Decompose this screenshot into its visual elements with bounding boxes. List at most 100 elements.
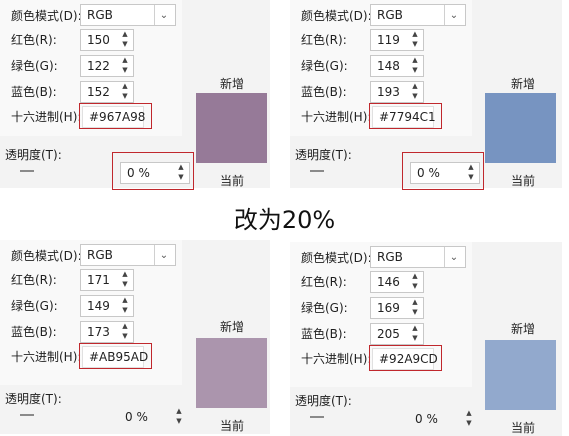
color-model-label: 颜色模式(D): — [301, 9, 372, 23]
chevron-down-icon[interactable]: ⌄ — [444, 5, 463, 25]
arrow-up-icon[interactable]: ▲ — [117, 82, 133, 92]
green-label: 绿色(G): — [11, 299, 58, 313]
arrow-up-icon[interactable]: ▲ — [171, 407, 187, 417]
transparency-slider[interactable] — [20, 170, 34, 172]
arrow-down-icon[interactable]: ▼ — [407, 92, 423, 102]
color-model-label: 颜色模式(D): — [11, 9, 82, 23]
hex-label: 十六进制(H): — [301, 110, 372, 124]
arrow-up-icon[interactable]: ▲ — [407, 56, 423, 66]
transparency-stepper[interactable]: ▲ ▼ — [171, 407, 187, 427]
color-model-value: RGB — [377, 8, 403, 22]
arrow-down-icon[interactable]: ▼ — [407, 282, 423, 292]
red-input[interactable]: 146 ▲ ▼ — [370, 271, 424, 293]
green-stepper[interactable]: ▲ ▼ — [117, 56, 133, 76]
current-label: 当前 — [511, 421, 536, 435]
transparency-label: 透明度(T): — [295, 148, 352, 162]
blue-stepper[interactable]: ▲ ▼ — [407, 82, 423, 102]
color-dialog-panel-3: 颜色模式(D): RGB ⌄ 红色(R): 171 ▲ ▼ 绿色(G): 149 … — [0, 240, 270, 434]
transparency-slider[interactable] — [310, 416, 324, 418]
arrow-up-icon[interactable]: ▲ — [117, 30, 133, 40]
transparency-input[interactable]: 0 % ▲ ▼ — [408, 408, 478, 430]
transparency-input[interactable]: 0 % ▲ ▼ — [118, 406, 188, 428]
transparency-value: 0 % — [125, 410, 148, 424]
arrow-down-icon[interactable]: ▼ — [407, 308, 423, 318]
green-input[interactable]: 149 ▲ ▼ — [80, 295, 134, 317]
blue-value: 193 — [377, 85, 400, 99]
red-stepper[interactable]: ▲ ▼ — [407, 272, 423, 292]
color-model-select[interactable]: RGB ⌄ — [370, 4, 466, 26]
blue-input[interactable]: 193 ▲ ▼ — [370, 81, 424, 103]
transparency-slider[interactable] — [310, 170, 324, 172]
blue-input[interactable]: 152 ▲ ▼ — [80, 81, 134, 103]
green-label: 绿色(G): — [11, 59, 58, 73]
green-stepper[interactable]: ▲ ▼ — [407, 56, 423, 76]
red-label: 红色(R): — [301, 33, 347, 47]
blue-input[interactable]: 205 ▲ ▼ — [370, 323, 424, 345]
arrow-up-icon[interactable]: ▲ — [407, 324, 423, 334]
red-input[interactable]: 150 ▲ ▼ — [80, 29, 134, 51]
arrow-down-icon[interactable]: ▼ — [117, 306, 133, 316]
color-model-select[interactable]: RGB ⌄ — [80, 244, 176, 266]
color-model-select[interactable]: RGB ⌄ — [80, 4, 176, 26]
blue-value: 152 — [87, 85, 110, 99]
arrow-up-icon[interactable]: ▲ — [117, 56, 133, 66]
arrow-down-icon[interactable]: ▼ — [117, 332, 133, 342]
green-stepper[interactable]: ▲ ▼ — [407, 298, 423, 318]
transparency-slider[interactable] — [20, 414, 34, 416]
arrow-down-icon[interactable]: ▼ — [117, 92, 133, 102]
green-value: 149 — [87, 299, 110, 313]
green-value: 148 — [377, 59, 400, 73]
arrow-up-icon[interactable]: ▲ — [407, 30, 423, 40]
arrow-down-icon[interactable]: ▼ — [461, 419, 477, 429]
new-label: 新增 — [220, 320, 245, 334]
color-model-value: RGB — [377, 250, 403, 264]
red-input[interactable]: 119 ▲ ▼ — [370, 29, 424, 51]
red-stepper[interactable]: ▲ ▼ — [117, 30, 133, 50]
red-value: 119 — [377, 33, 400, 47]
arrow-up-icon[interactable]: ▲ — [407, 298, 423, 308]
red-value: 146 — [377, 275, 400, 289]
hex-label: 十六进制(H): — [11, 110, 82, 124]
red-value: 171 — [87, 273, 110, 287]
blue-value: 205 — [377, 327, 400, 341]
transparency-highlight-box — [112, 152, 194, 190]
arrow-down-icon[interactable]: ▼ — [117, 40, 133, 50]
transparency-label: 透明度(T): — [295, 394, 352, 408]
arrow-down-icon[interactable]: ▼ — [407, 334, 423, 344]
arrow-up-icon[interactable]: ▲ — [407, 272, 423, 282]
chevron-down-icon[interactable]: ⌄ — [444, 247, 463, 267]
red-input[interactable]: 171 ▲ ▼ — [80, 269, 134, 291]
current-label: 当前 — [220, 174, 245, 188]
color-dialog-panel-2: 颜色模式(D): RGB ⌄ 红色(R): 119 ▲ ▼ 绿色(G): 148 … — [290, 0, 562, 190]
blue-label: 蓝色(B): — [301, 85, 347, 99]
red-stepper[interactable]: ▲ ▼ — [407, 30, 423, 50]
arrow-up-icon[interactable]: ▲ — [117, 296, 133, 306]
arrow-up-icon[interactable]: ▲ — [461, 409, 477, 419]
transparency-value: 0 % — [415, 412, 438, 426]
arrow-up-icon[interactable]: ▲ — [117, 322, 133, 332]
arrow-down-icon[interactable]: ▼ — [171, 417, 187, 427]
red-value: 150 — [87, 33, 110, 47]
color-model-label: 颜色模式(D): — [301, 251, 372, 265]
arrow-down-icon[interactable]: ▼ — [117, 66, 133, 76]
red-stepper[interactable]: ▲ ▼ — [117, 270, 133, 290]
arrow-down-icon[interactable]: ▼ — [117, 280, 133, 290]
arrow-down-icon[interactable]: ▼ — [407, 66, 423, 76]
arrow-down-icon[interactable]: ▼ — [407, 40, 423, 50]
blue-stepper[interactable]: ▲ ▼ — [407, 324, 423, 344]
arrow-up-icon[interactable]: ▲ — [407, 82, 423, 92]
blue-stepper[interactable]: ▲ ▼ — [117, 82, 133, 102]
blue-stepper[interactable]: ▲ ▼ — [117, 322, 133, 342]
arrow-up-icon[interactable]: ▲ — [117, 270, 133, 280]
chevron-down-icon[interactable]: ⌄ — [154, 245, 173, 265]
transparency-stepper[interactable]: ▲ ▼ — [461, 409, 477, 429]
chevron-down-icon[interactable]: ⌄ — [154, 5, 173, 25]
green-label: 绿色(G): — [301, 301, 348, 315]
color-model-select[interactable]: RGB ⌄ — [370, 246, 466, 268]
blue-input[interactable]: 173 ▲ ▼ — [80, 321, 134, 343]
green-stepper[interactable]: ▲ ▼ — [117, 296, 133, 316]
green-input[interactable]: 148 ▲ ▼ — [370, 55, 424, 77]
green-input[interactable]: 169 ▲ ▼ — [370, 297, 424, 319]
caption-text: 改为20% — [233, 206, 336, 234]
green-input[interactable]: 122 ▲ ▼ — [80, 55, 134, 77]
